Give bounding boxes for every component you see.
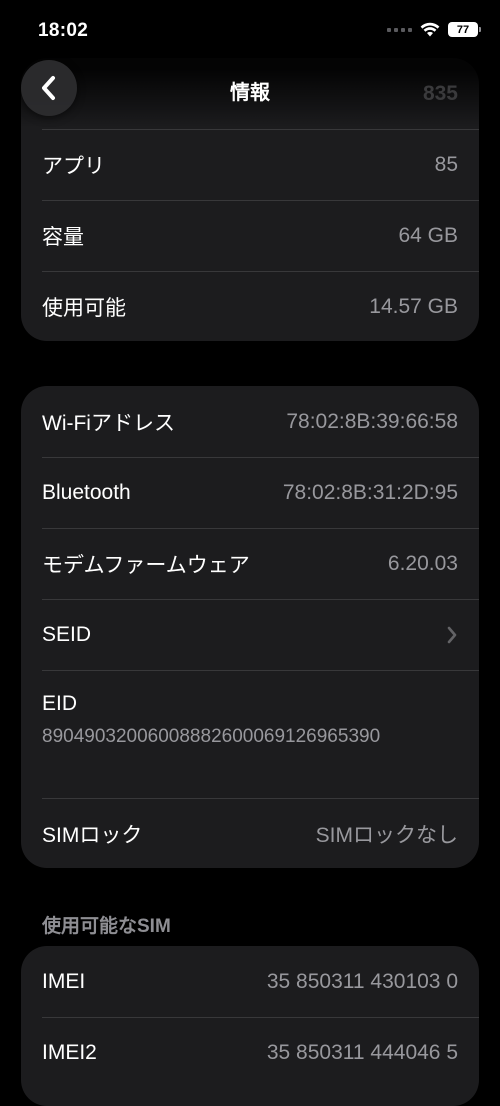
row-label: EID [42, 692, 78, 715]
eid-value: 89049032006008882600069126965390 [42, 726, 381, 747]
wifi-icon [420, 22, 440, 37]
scrolled-row-value: 835 [422, 82, 458, 105]
imei2-row: IMEI2 35 850311 444046 5 [21, 1017, 479, 1088]
row-label: IMEI2 [42, 1040, 97, 1064]
available-row: 使用可能 14.57 GB [21, 271, 479, 341]
row-label: Wi-Fiアドレス [42, 411, 175, 435]
imei-row: IMEI 35 850311 430103 0 [21, 946, 479, 1017]
row-label: アプリ [42, 154, 105, 178]
network-card: Wi-Fiアドレス 78:02:8B:39:66:58 Bluetooth 78… [21, 386, 479, 868]
row-label: IMEI [42, 969, 86, 993]
row-value: 78:02:8B:31:2D:95 [282, 480, 458, 504]
modem-firmware-row: モデムファームウェア 6.20.03 [21, 528, 479, 599]
row-value: SIMロックなし [315, 823, 458, 847]
status-time: 18:02 [38, 20, 89, 41]
status-bar: 18:02 77 [0, 0, 500, 60]
row-label: SEID [42, 622, 92, 646]
row-value: 6.20.03 [387, 551, 458, 575]
row-label: SIMロック [42, 823, 143, 847]
row-value: 85 [434, 152, 458, 176]
navigation-bar: 情報 835 [0, 60, 500, 120]
seid-row[interactable]: SEID [21, 599, 479, 670]
section-header-available-sim: 使用可能なSIM [42, 916, 171, 937]
row-value: 64 GB [398, 223, 458, 247]
battery-level: 77 [456, 23, 470, 36]
row-value: 35 850311 444046 5 [266, 1040, 458, 1064]
row-value: 78:02:8B:39:66:58 [286, 409, 458, 433]
eid-row: EID 89049032006008882600069126965390 [21, 670, 479, 798]
row-label: モデムファームウェア [42, 553, 250, 577]
apps-row: アプリ 85 [21, 129, 479, 200]
row-value: 35 850311 430103 0 [266, 969, 458, 993]
sim-lock-row: SIMロック SIMロックなし [21, 798, 479, 868]
battery-icon: 77 [448, 22, 481, 37]
capacity-row: 容量 64 GB [21, 200, 479, 271]
bluetooth-row: Bluetooth 78:02:8B:31:2D:95 [21, 457, 479, 528]
row-label: 容量 [42, 225, 84, 249]
chevron-right-icon [446, 625, 458, 645]
cellular-signal-icon [387, 27, 412, 32]
row-label: Bluetooth [42, 480, 131, 504]
wifi-address-row: Wi-Fiアドレス 78:02:8B:39:66:58 [21, 386, 479, 457]
row-value: 14.57 GB [369, 294, 458, 318]
sim-card: IMEI 35 850311 430103 0 IMEI2 35 850311 … [21, 946, 479, 1106]
row-label: 使用可能 [42, 296, 126, 320]
status-indicators: 77 [387, 22, 481, 37]
